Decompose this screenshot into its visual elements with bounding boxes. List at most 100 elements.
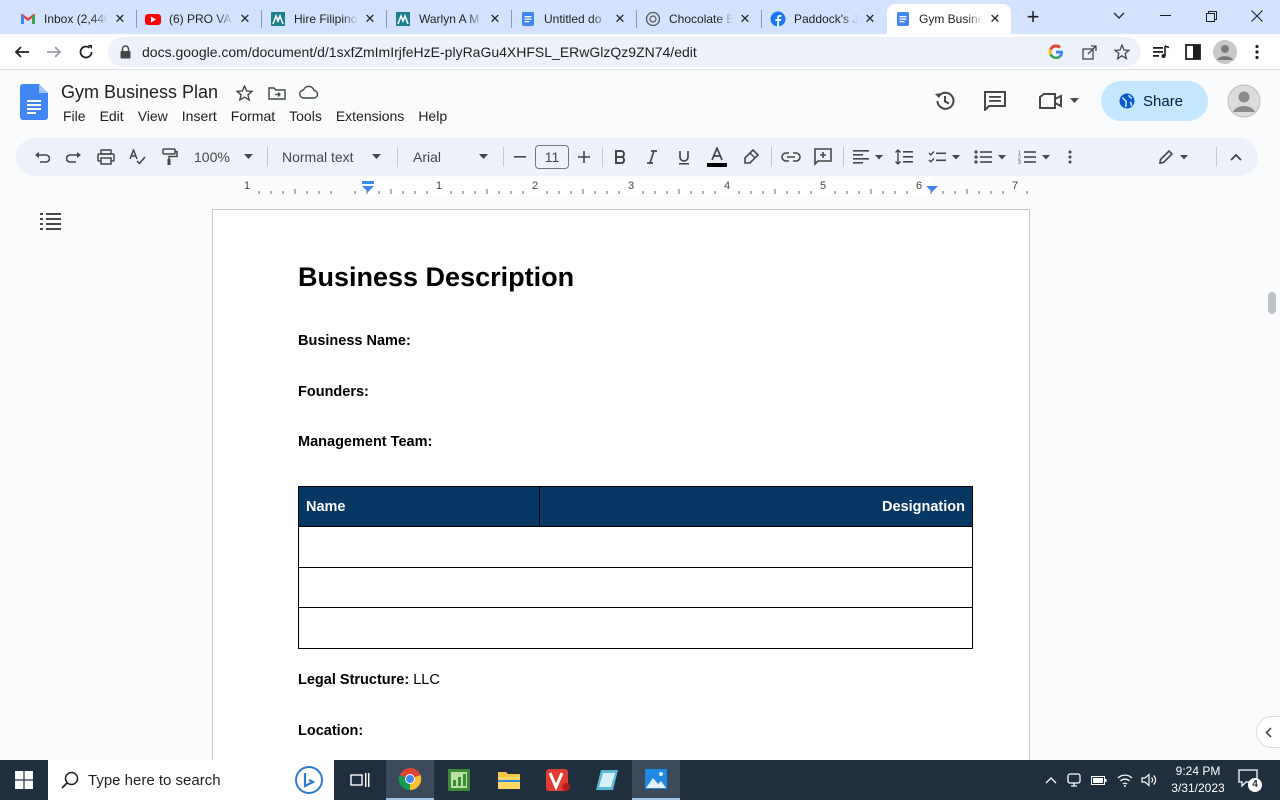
document-outline-icon[interactable] bbox=[40, 212, 62, 230]
menu-help[interactable]: Help bbox=[418, 108, 447, 124]
address-bar[interactable]: docs.google.com/document/d/1sxfZmImIrjfe… bbox=[108, 37, 1141, 67]
minimize-button[interactable] bbox=[1142, 0, 1188, 32]
restore-button[interactable] bbox=[1188, 0, 1234, 32]
bold-button[interactable] bbox=[610, 145, 630, 169]
paragraph-style-select[interactable]: Normal text bbox=[282, 145, 386, 169]
comment-icon[interactable] bbox=[984, 91, 1006, 111]
side-panel-toggle[interactable] bbox=[1256, 716, 1280, 748]
close-icon[interactable]: ✕ bbox=[862, 11, 878, 27]
tab-gym-business-plan[interactable]: Gym Busine ✕ bbox=[887, 4, 1011, 34]
tab-chatgpt[interactable]: Chocolate E ✕ bbox=[637, 4, 761, 34]
document-title[interactable]: Gym Business Plan bbox=[61, 82, 218, 103]
spellcheck-button[interactable] bbox=[128, 145, 148, 169]
table-cell[interactable] bbox=[298, 526, 973, 568]
tab-gmail[interactable]: Inbox (2,440 ✕ bbox=[12, 4, 136, 34]
tab-facebook[interactable]: Paddock's J ✕ bbox=[762, 4, 886, 34]
move-folder-icon[interactable] bbox=[268, 86, 286, 100]
docs-logo-icon[interactable] bbox=[20, 84, 48, 120]
menu-extensions[interactable]: Extensions bbox=[336, 108, 404, 124]
menu-file[interactable]: File bbox=[63, 108, 86, 124]
new-tab-button[interactable]: + bbox=[1021, 6, 1045, 30]
taskbar-search-box[interactable]: Type here to search bbox=[48, 760, 334, 800]
taskbar-clock[interactable]: 9:24 PM 3/31/2023 bbox=[1162, 763, 1234, 797]
vertical-scrollbar-thumb[interactable] bbox=[1268, 292, 1276, 314]
cloud-saved-icon[interactable] bbox=[299, 85, 319, 99]
close-icon[interactable]: ✕ bbox=[112, 11, 128, 27]
highlight-color-button[interactable] bbox=[741, 145, 761, 169]
menu-format[interactable]: Format bbox=[231, 108, 275, 124]
media-control-button[interactable] bbox=[1147, 38, 1175, 66]
sticky-app-taskbar[interactable] bbox=[583, 760, 631, 800]
tab-search-button[interactable] bbox=[1096, 0, 1142, 32]
tab-untitled-doc[interactable]: Untitled do ✕ bbox=[512, 4, 636, 34]
menu-edit[interactable]: Edit bbox=[100, 108, 124, 124]
management-table[interactable]: Name Designation bbox=[298, 486, 974, 649]
column-header-name[interactable]: Name bbox=[298, 486, 540, 527]
more-toolbar-button[interactable] bbox=[1062, 145, 1078, 169]
meet-button[interactable] bbox=[1036, 88, 1082, 114]
close-icon[interactable]: ✕ bbox=[987, 11, 1003, 27]
avatar[interactable] bbox=[1227, 84, 1261, 118]
google-icon[interactable] bbox=[1048, 44, 1064, 60]
back-button[interactable] bbox=[8, 38, 36, 66]
vectorize-app-taskbar[interactable] bbox=[534, 760, 582, 800]
horizontal-ruler[interactable]: 1 1 2 3 4 5 6 7 bbox=[213, 178, 1030, 196]
close-icon[interactable]: ✕ bbox=[362, 11, 378, 27]
chevron-up-icon[interactable] bbox=[1045, 776, 1057, 784]
volume-icon[interactable] bbox=[1141, 773, 1157, 787]
text-color-button[interactable] bbox=[706, 145, 728, 169]
print-button[interactable] bbox=[96, 145, 116, 169]
close-icon[interactable]: ✕ bbox=[737, 11, 753, 27]
paint-format-button[interactable] bbox=[160, 145, 180, 169]
task-view-button[interactable] bbox=[336, 760, 384, 800]
browser-menu-button[interactable] bbox=[1243, 38, 1271, 66]
column-header-designation[interactable]: Designation bbox=[538, 486, 974, 527]
version-history-icon[interactable] bbox=[934, 90, 956, 112]
document-page[interactable]: Business Description Business Name: Foun… bbox=[212, 209, 1030, 760]
underline-button[interactable] bbox=[674, 145, 694, 169]
tab-warlyn[interactable]: Warlyn A M ✕ bbox=[387, 4, 511, 34]
font-family-select[interactable]: Arial bbox=[413, 145, 491, 169]
star-icon[interactable] bbox=[1114, 44, 1130, 60]
reload-button[interactable] bbox=[72, 38, 100, 66]
table-cell[interactable] bbox=[298, 607, 973, 649]
insert-comment-button[interactable] bbox=[813, 145, 833, 169]
close-icon[interactable]: ✕ bbox=[612, 11, 628, 27]
close-window-button[interactable] bbox=[1234, 0, 1280, 32]
menu-view[interactable]: View bbox=[138, 108, 168, 124]
bing-icon[interactable] bbox=[294, 765, 324, 795]
tab-hire-filipino[interactable]: Hire Filipino ✕ bbox=[262, 4, 386, 34]
zoom-select[interactable]: 100% bbox=[194, 145, 256, 169]
insert-link-button[interactable] bbox=[780, 145, 802, 169]
share-button[interactable]: Share bbox=[1101, 81, 1208, 121]
font-size-input[interactable]: 11 bbox=[535, 145, 569, 169]
meet-now-icon[interactable] bbox=[1067, 772, 1081, 788]
undo-button[interactable] bbox=[32, 145, 52, 169]
increase-font-size-button[interactable] bbox=[576, 145, 592, 169]
forward-button[interactable] bbox=[40, 38, 68, 66]
chart-app-taskbar[interactable] bbox=[435, 760, 483, 800]
hide-menus-button[interactable] bbox=[1226, 145, 1246, 169]
profile-button[interactable] bbox=[1211, 38, 1239, 66]
table-cell[interactable] bbox=[298, 566, 973, 608]
numbered-list-button[interactable]: 123 bbox=[1016, 145, 1052, 169]
first-line-indent-marker[interactable] bbox=[362, 181, 374, 184]
menu-tools[interactable]: Tools bbox=[289, 108, 322, 124]
tab-youtube[interactable]: (6) PRO VA ✕ bbox=[137, 4, 261, 34]
side-panel-button[interactable] bbox=[1179, 38, 1207, 66]
checklist-button[interactable] bbox=[926, 145, 962, 169]
battery-icon[interactable] bbox=[1091, 774, 1107, 786]
share-page-icon[interactable] bbox=[1082, 44, 1098, 60]
line-spacing-button[interactable] bbox=[894, 145, 914, 169]
close-icon[interactable]: ✕ bbox=[487, 11, 503, 27]
photos-taskbar-app[interactable] bbox=[632, 760, 680, 800]
close-icon[interactable]: ✕ bbox=[237, 11, 253, 27]
editing-mode-button[interactable] bbox=[1156, 145, 1190, 169]
align-button[interactable] bbox=[851, 145, 885, 169]
start-button[interactable] bbox=[0, 760, 48, 800]
bulleted-list-button[interactable] bbox=[972, 145, 1008, 169]
italic-button[interactable] bbox=[642, 145, 662, 169]
wifi-icon[interactable] bbox=[1117, 773, 1133, 787]
notification-center-button[interactable]: 4 bbox=[1238, 769, 1262, 792]
file-explorer-taskbar[interactable] bbox=[485, 760, 533, 800]
